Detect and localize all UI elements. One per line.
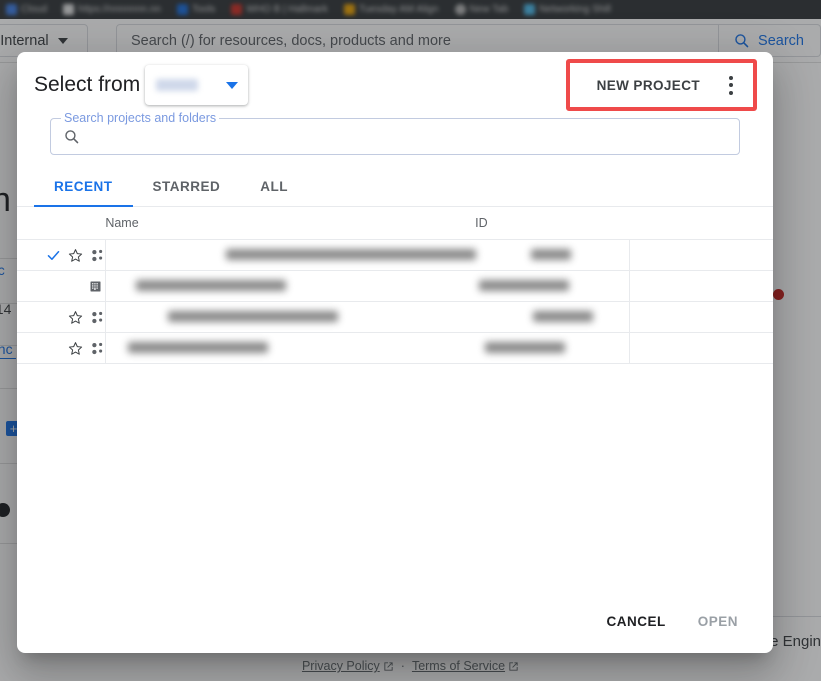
row-icons-cell <box>17 239 106 271</box>
privacy-policy-link[interactable]: Privacy Policy <box>302 659 394 673</box>
column-header-extra <box>629 207 773 240</box>
row-extra-cell <box>628 332 773 364</box>
row-extra-cell <box>628 301 773 333</box>
tab-recent[interactable]: RECENT <box>34 179 133 207</box>
redacted-project-id <box>485 342 566 354</box>
table-row[interactable] <box>17 301 773 333</box>
row-extra-cell <box>628 270 773 302</box>
redacted-project-id <box>531 249 572 261</box>
external-link-icon <box>384 661 393 671</box>
row-name-cell <box>105 270 476 302</box>
privacy-policy-label: Privacy Policy <box>301 659 380 673</box>
row-name-cell <box>105 332 476 364</box>
row-icons-cell <box>17 301 106 333</box>
row-id-cell <box>475 239 630 271</box>
select-project-dialog: Select from NEW PROJECT Search projects … <box>17 52 773 653</box>
check-icon <box>47 250 60 260</box>
table-row[interactable] <box>17 332 773 364</box>
redacted-project-name <box>225 249 476 261</box>
external-link-icon <box>509 661 518 671</box>
project-icon <box>92 249 103 261</box>
row-name-cell <box>105 301 476 333</box>
project-icon <box>92 342 103 354</box>
caret-down-icon <box>226 81 239 89</box>
tab-starred[interactable]: STARRED <box>133 179 241 206</box>
project-search-field[interactable]: Search projects and folders <box>50 111 740 155</box>
project-search-input[interactable] <box>89 128 739 145</box>
redacted-project-name <box>167 311 338 323</box>
table-row[interactable] <box>17 270 773 302</box>
annotation-highlight-box: NEW PROJECT <box>565 59 757 111</box>
project-icon <box>92 311 103 323</box>
organization-icon <box>90 281 101 291</box>
row-name-cell <box>105 239 476 271</box>
dialog-footer: CANCEL OPEN <box>17 589 773 653</box>
column-header-name[interactable]: Name <box>105 207 476 240</box>
dialog-search-wrapper: Search projects and folders <box>17 111 773 155</box>
redacted-project-id <box>533 311 594 323</box>
organization-selector-value <box>156 79 199 91</box>
row-icons-cell <box>17 332 106 364</box>
projects-table: Name ID <box>17 207 773 364</box>
column-header-icons <box>17 207 106 240</box>
star-outline-icon[interactable] <box>68 310 83 325</box>
row-icons-cell <box>17 270 106 302</box>
table-row[interactable] <box>17 239 773 271</box>
tab-all[interactable]: ALL <box>240 179 308 206</box>
star-outline-icon[interactable] <box>68 341 83 356</box>
dialog-header: Select from NEW PROJECT <box>17 52 773 118</box>
row-extra-cell <box>628 239 773 271</box>
table-header-row: Name ID <box>17 207 773 240</box>
project-search-label: Search projects and folders <box>61 111 220 125</box>
footer-separator: · <box>400 659 405 673</box>
row-id-cell <box>475 270 630 302</box>
dialog-title: Select from <box>34 73 141 96</box>
redacted-project-id <box>479 280 570 292</box>
new-project-button[interactable]: NEW PROJECT <box>583 69 714 102</box>
more-vert-icon[interactable] <box>716 68 746 102</box>
row-id-cell <box>475 332 630 364</box>
projects-table-wrapper[interactable]: Name ID <box>17 207 773 589</box>
column-header-id[interactable]: ID <box>475 207 630 240</box>
redacted-project-name <box>135 280 286 292</box>
redacted-project-name <box>127 342 268 354</box>
page-footer: Privacy Policy · Terms of Service <box>0 659 821 673</box>
row-id-cell <box>475 301 630 333</box>
cancel-button[interactable]: CANCEL <box>595 605 676 638</box>
dialog-tabs: RECENT STARRED ALL <box>17 179 773 207</box>
open-button[interactable]: OPEN <box>687 605 749 638</box>
terms-of-service-label: Terms of Service <box>411 659 506 673</box>
new-project-group: NEW PROJECT <box>573 66 750 104</box>
search-icon <box>65 130 79 144</box>
organization-selector[interactable] <box>145 65 249 105</box>
terms-of-service-link[interactable]: Terms of Service <box>412 659 519 673</box>
star-outline-icon[interactable] <box>68 248 83 263</box>
